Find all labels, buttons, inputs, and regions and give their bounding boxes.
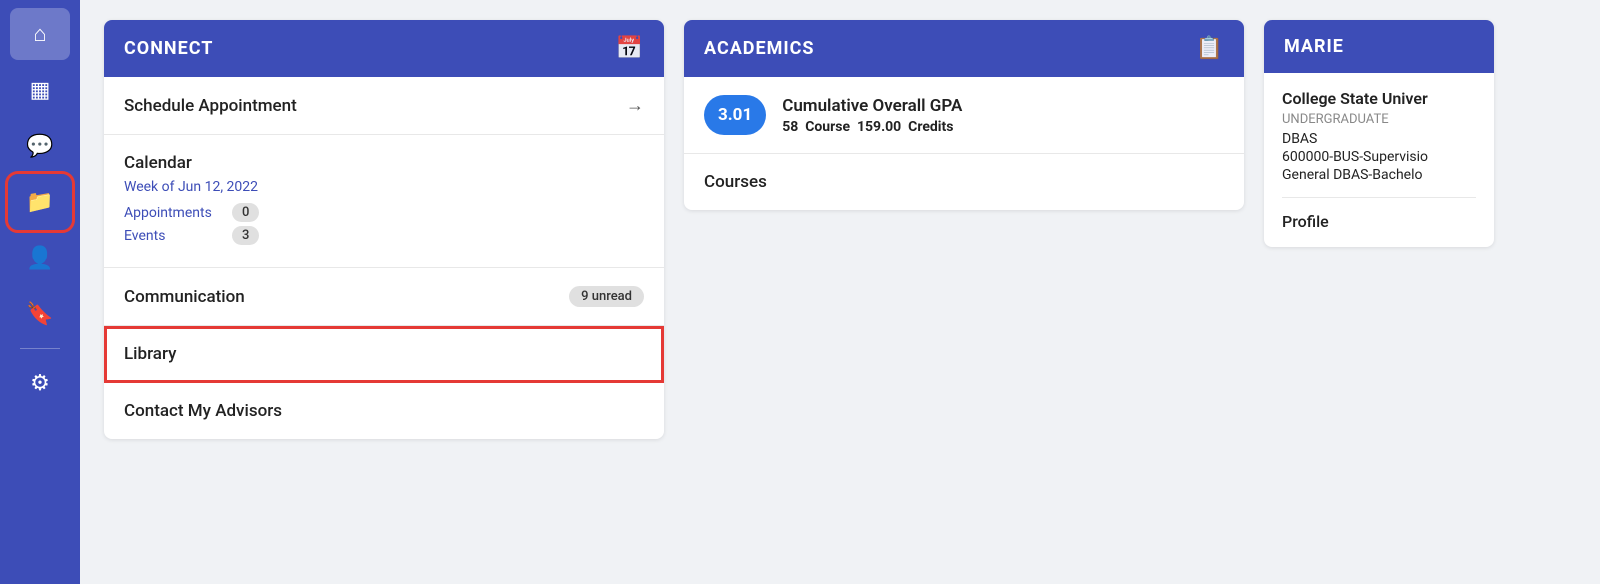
connect-header: CONNECT 📅 [104, 20, 664, 77]
academics-body: 3.01 Cumulative Overall GPA 58 Course 15… [684, 77, 1244, 210]
marie-code: 600000-BUS-Supervisio [1282, 149, 1476, 165]
messages-icon: 💬 [26, 134, 53, 159]
connect-card: CONNECT 📅 Schedule Appointment → Calenda… [104, 20, 664, 439]
sidebar-item-folder[interactable]: 📁 [10, 176, 70, 228]
sidebar-item-home[interactable]: ⌂ [10, 8, 70, 60]
sidebar-item-calendar[interactable]: ▦ [10, 64, 70, 116]
gpa-title: Cumulative Overall GPA [782, 96, 962, 116]
main-content: CONNECT 📅 Schedule Appointment → Calenda… [80, 0, 1600, 584]
cards-row: CONNECT 📅 Schedule Appointment → Calenda… [104, 20, 1576, 564]
person-icon: 👤 [26, 246, 53, 271]
events-count: 3 [232, 226, 259, 245]
academics-card: ACADEMICS 📋 3.01 Cumulative Overall GPA … [684, 20, 1244, 210]
marie-card: MARIE College State Univer UNDERGRADUATE… [1264, 20, 1494, 247]
calendar-week: Week of Jun 12, 2022 [124, 179, 644, 195]
marie-body: College State Univer UNDERGRADUATE DBAS … [1264, 73, 1494, 247]
bookmark-icon: 🔖 [26, 302, 53, 327]
schedule-arrow-icon: → [626, 95, 644, 116]
events-label: Events [124, 228, 224, 244]
connect-calendar-icon: 📅 [616, 36, 644, 61]
home-icon: ⌂ [33, 21, 46, 47]
communication-item[interactable]: Communication 9 unread [104, 268, 664, 326]
contact-label: Contact My Advisors [124, 401, 282, 421]
library-item[interactable]: Library [104, 326, 664, 383]
appointments-count: 0 [232, 203, 259, 222]
calendar-icon: ▦ [30, 78, 51, 103]
marie-header: MARIE [1264, 20, 1494, 73]
communication-label: Communication [124, 287, 245, 307]
sidebar: ⌂ ▦ 💬 📁 👤 🔖 ⚙ [0, 0, 80, 584]
credits-label: Credits [908, 119, 953, 135]
gpa-info: Cumulative Overall GPA 58 Course 159.00 … [782, 96, 962, 135]
appointments-row: Appointments 0 [124, 203, 644, 222]
connect-body: Schedule Appointment → Calendar Week of … [104, 77, 664, 439]
schedule-label: Schedule Appointment [124, 96, 297, 116]
marie-level: UNDERGRADUATE [1282, 112, 1476, 127]
marie-title: MARIE [1284, 36, 1344, 57]
course-label: Course [805, 119, 850, 135]
marie-program: DBAS [1282, 131, 1476, 147]
appointments-label: Appointments [124, 205, 224, 221]
gpa-badge: 3.01 [704, 95, 766, 135]
library-label: Library [124, 344, 176, 364]
gpa-section: 3.01 Cumulative Overall GPA 58 Course 15… [684, 77, 1244, 154]
calendar-section: Calendar Week of Jun 12, 2022 Appointmen… [104, 135, 664, 268]
schedule-appointment-item[interactable]: Schedule Appointment → [104, 77, 664, 135]
course-count: 58 [782, 119, 798, 135]
gpa-detail: 58 Course 159.00 Credits [782, 119, 962, 135]
folder-icon: 📁 [26, 190, 53, 215]
marie-university: College State Univer [1282, 89, 1476, 108]
sidebar-divider [20, 348, 60, 349]
unread-badge: 9 unread [569, 286, 644, 307]
academics-title: ACADEMICS [704, 38, 815, 59]
marie-divider [1282, 197, 1476, 198]
profile-link[interactable]: Profile [1282, 212, 1476, 231]
courses-item[interactable]: Courses [684, 154, 1244, 210]
calendar-title: Calendar [124, 153, 644, 173]
events-row: Events 3 [124, 226, 644, 245]
courses-label: Courses [704, 172, 767, 192]
settings-icon: ⚙ [30, 371, 50, 396]
connect-title: CONNECT [124, 38, 213, 59]
credits-value: 159.00 [857, 119, 901, 135]
marie-degree: General DBAS-Bachelo [1282, 167, 1476, 183]
sidebar-item-person[interactable]: 👤 [10, 232, 70, 284]
sidebar-item-settings[interactable]: ⚙ [10, 357, 70, 409]
sidebar-item-bookmark[interactable]: 🔖 [10, 288, 70, 340]
sidebar-item-messages[interactable]: 💬 [10, 120, 70, 172]
academics-doc-icon: 📋 [1196, 36, 1224, 61]
academics-header: ACADEMICS 📋 [684, 20, 1244, 77]
contact-advisors-item[interactable]: Contact My Advisors [104, 383, 664, 439]
